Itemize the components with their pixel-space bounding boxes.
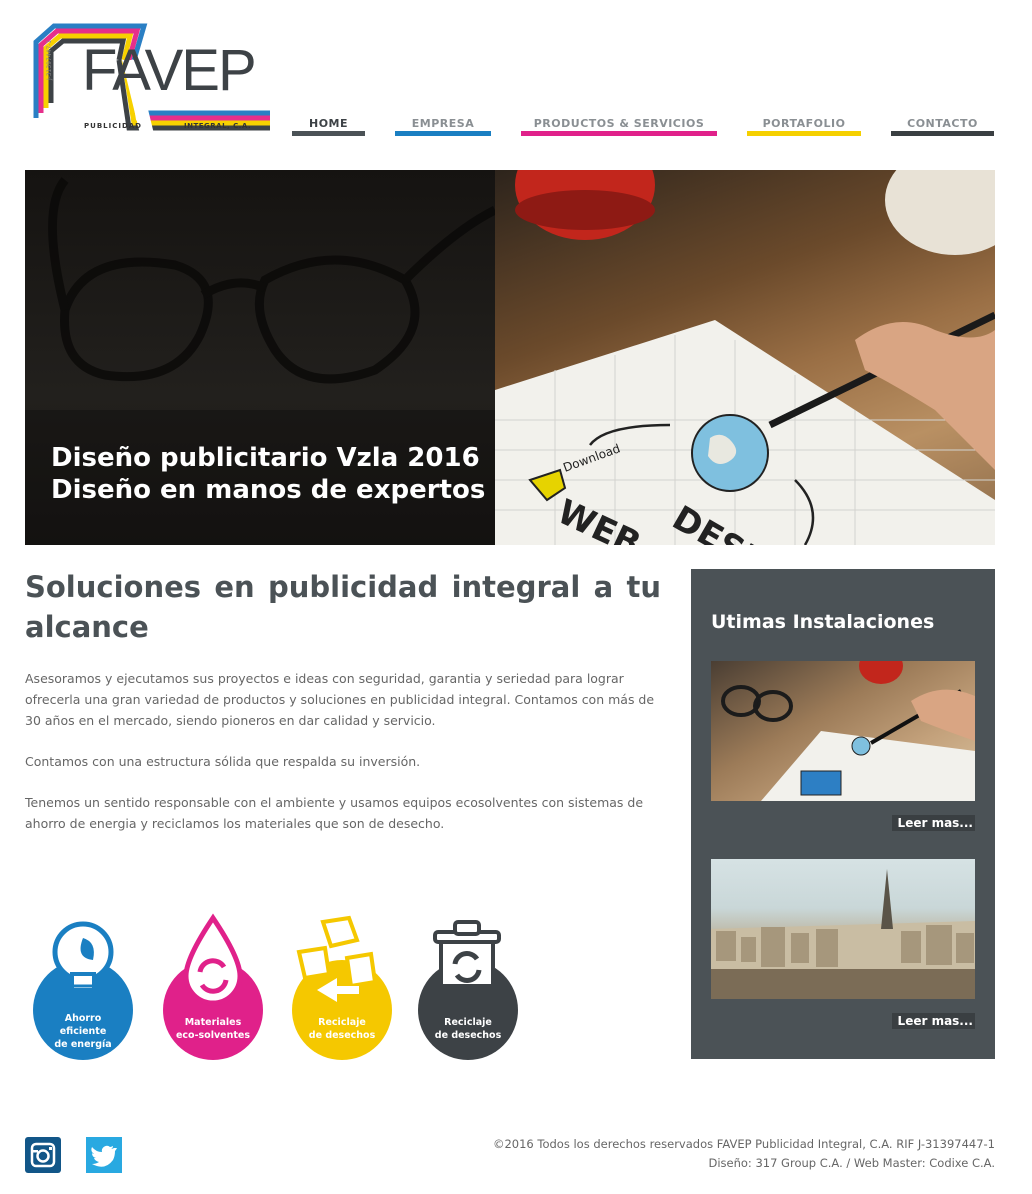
footer-copyright: ©2016 Todos los derechos reservados FAVE…	[492, 1137, 995, 1151]
web-design-photo	[721, 661, 975, 801]
nav-home-underline	[292, 131, 365, 136]
eco-energy-line2: eficiente	[59, 1026, 107, 1037]
nav-productos-servicios[interactable]: PRODUCTOS & SERVICIOS	[521, 114, 717, 136]
nav-empresa[interactable]: EMPRESA	[395, 114, 491, 136]
nav-home[interactable]: HOME	[292, 114, 365, 136]
eco-materials-line2: eco-solventes	[175, 1030, 251, 1041]
eco-badge-materials: Materiales eco-solventes	[158, 910, 268, 1065]
eco-badge-recycling-label: Reciclaje de desechos	[287, 1016, 397, 1042]
installation-thumbnail-2[interactable]	[711, 859, 975, 999]
eco-badge-waste: Reciclaje de desechos	[413, 910, 523, 1065]
nav-portafolio[interactable]: PORTAFOLIO	[747, 114, 861, 136]
eco-badge-energy: Ahorro eficiente de energía	[28, 910, 138, 1065]
eco-energy-line3: de energía	[54, 1039, 112, 1050]
nav-portafolio-underline	[747, 131, 861, 136]
eco-badge-waste-label: Reciclaje de desechos	[413, 1016, 523, 1042]
hero-banner: Download WEB DESIGN Diseño publicitario …	[25, 170, 995, 545]
instagram-icon	[25, 1137, 61, 1173]
hero-photo-panel: Download WEB DESIGN	[495, 170, 995, 545]
structure-paragraph: Contamos con una estructura sólida que r…	[25, 754, 421, 769]
eco-badge-energy-label: Ahorro eficiente de energía	[28, 1012, 138, 1051]
hero-title-line1: Diseño publicitario Vzla 2016	[51, 443, 480, 473]
installation-thumbnail-1[interactable]	[711, 661, 975, 801]
page-heading: Soluciones en publicidad integral a tu a…	[25, 570, 661, 644]
nav-empresa-underline	[395, 131, 491, 136]
latest-installations-sidebar: Utimas Instalaciones Leer mas... Leer ma…	[691, 569, 995, 1059]
design-sketch-graphic: Download WEB DESIGN	[495, 170, 995, 545]
nav-home-label: HOME	[308, 117, 349, 130]
eco-recycling-line2: de desechos	[308, 1030, 376, 1041]
eco-waste-line1: Reciclaje	[444, 1017, 492, 1028]
nav-contacto-label: CONTACTO	[907, 117, 978, 130]
nav-productos-underline	[521, 131, 717, 136]
eco-badge-materials-label: Materiales eco-solventes	[158, 1016, 268, 1042]
logo-wordmark: FAVEP	[82, 38, 257, 103]
twitter-icon	[86, 1137, 122, 1173]
hero-title-line2: Diseño en manos de expertos	[51, 475, 486, 505]
logo-subtitle-right: INTEGRAL, C.A.	[184, 122, 252, 130]
eco-energy-line1: Ahorro	[64, 1013, 102, 1024]
nav-portafolio-label: PORTAFOLIO	[762, 117, 846, 130]
eco-badge-recycling: Reciclaje de desechos	[287, 910, 397, 1065]
paris-skyline-photo	[711, 869, 975, 999]
footer-credits: Diseño: 317 Group C.A. / Web Master: Cod…	[708, 1156, 995, 1170]
logo-subtitle-left: PUBLICIDAD	[84, 122, 142, 130]
eco-waste-line2: de desechos	[434, 1030, 502, 1041]
nav-productos-label: PRODUCTOS & SERVICIOS	[533, 117, 705, 130]
site-logo[interactable]: J-31397447-1 FAVEP PUBLICIDAD INTEGRAL, …	[24, 20, 272, 140]
sidebar-title: Utimas Instalaciones	[711, 611, 935, 633]
eco-recycling-line1: Reciclaje	[318, 1017, 366, 1028]
environment-paragraph: Tenemos un sentido responsable con el am…	[25, 795, 644, 831]
intro-paragraph: Asesoramos y ejecutamos sus proyectos e …	[25, 671, 655, 728]
eco-materials-line1: Materiales	[184, 1017, 242, 1028]
nav-contacto-underline	[891, 131, 994, 136]
nav-contacto[interactable]: CONTACTO	[891, 114, 994, 136]
logo-rif-text: J-31397447-1	[46, 39, 53, 80]
instagram-link[interactable]	[25, 1137, 61, 1173]
read-more-link-1[interactable]: Leer mas...	[891, 815, 975, 831]
read-more-link-2[interactable]: Leer mas...	[891, 1013, 975, 1029]
nav-empresa-label: EMPRESA	[411, 117, 475, 130]
twitter-link[interactable]	[86, 1137, 122, 1173]
